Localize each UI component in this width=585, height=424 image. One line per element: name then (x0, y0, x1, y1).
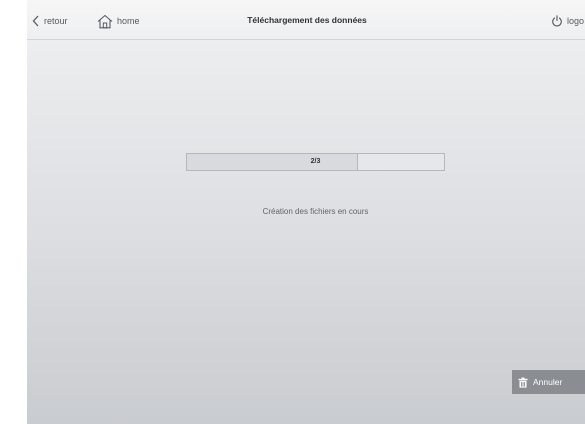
download-screen: retour home Téléchargement des données l… (27, 0, 585, 424)
page-title: Téléchargement des données (247, 15, 367, 25)
top-bar: retour home Téléchargement des données l… (27, 0, 585, 40)
cancel-label: Annuler (533, 377, 563, 387)
home-icon (97, 14, 113, 28)
chevron-left-icon (32, 15, 39, 27)
home-label: home (117, 16, 140, 26)
home-button[interactable]: home (97, 12, 140, 30)
cancel-button[interactable]: Annuler (512, 370, 585, 394)
logout-button[interactable]: logo (551, 12, 584, 30)
status-text: Création des fichiers en cours (262, 207, 369, 216)
power-icon (552, 15, 562, 27)
trash-icon (518, 377, 528, 388)
progress-bar: 2/3 (186, 153, 445, 171)
back-label: retour (44, 16, 68, 26)
logout-label: logo (567, 16, 585, 26)
progress-text: 2/3 (310, 158, 321, 165)
back-button[interactable]: retour (32, 12, 68, 30)
